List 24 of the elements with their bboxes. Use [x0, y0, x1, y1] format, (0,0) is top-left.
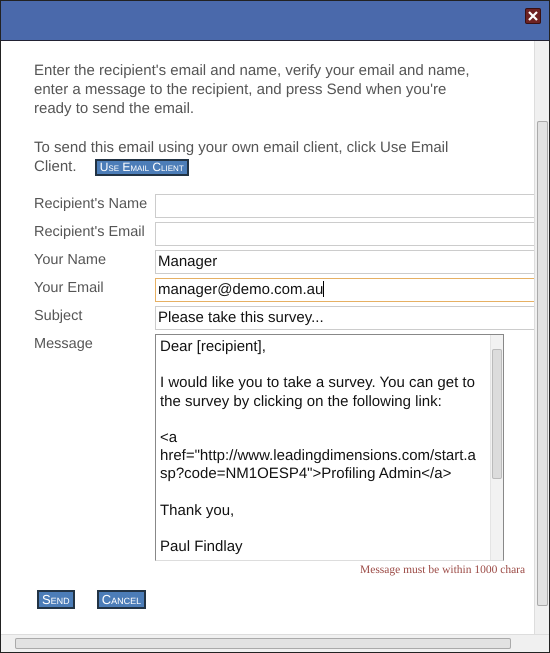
message-text: Dear [recipient], I would like you to take a survey. You can get to the survey by clicking on the following link: <a href="http://www.leadingdimensions.com/start.a sp?code=NM1OESP4">Profiling Admin</a> Thank you, Paul Findlay — [159, 337, 477, 558]
email-client-note: To send this email using your own email client, click Use Email — [34, 139, 448, 156]
use-email-client-button[interactable]: Use Email Client — [94, 158, 189, 176]
field-label: Recipient's Email — [34, 223, 146, 241]
close-icon — [528, 11, 538, 21]
cancel-button[interactable]: Cancel — [96, 590, 146, 609]
horizontal-scrollbar[interactable] — [1, 634, 549, 652]
field-label: Your Email — [34, 279, 105, 297]
input-field[interactable] — [155, 194, 534, 218]
field-label: Recipient's Name — [34, 195, 148, 213]
input-field[interactable] — [155, 222, 534, 246]
field-label: Your Name — [34, 251, 108, 269]
send-button[interactable]: Send — [37, 590, 75, 609]
email-client-note: Client. — [34, 158, 77, 175]
input-field[interactable]: manager@demo.com.au — [155, 278, 534, 302]
instructions-text: Enter the recipient's email and name, verify your email and name, enter a message to the recipient, and press Send when you're ready to send the email. — [34, 61, 471, 118]
field-label: Message — [34, 335, 94, 353]
scrollbar[interactable] — [490, 335, 503, 560]
close-button[interactable] — [525, 8, 541, 24]
input-field[interactable]: Please take this survey... — [155, 306, 534, 330]
validation-message: Message must be within 1000 chara — [360, 564, 526, 576]
vertical-scrollbar[interactable] — [534, 41, 549, 634]
field-label: Subject — [34, 307, 84, 325]
input-field[interactable]: Manager — [155, 250, 534, 274]
